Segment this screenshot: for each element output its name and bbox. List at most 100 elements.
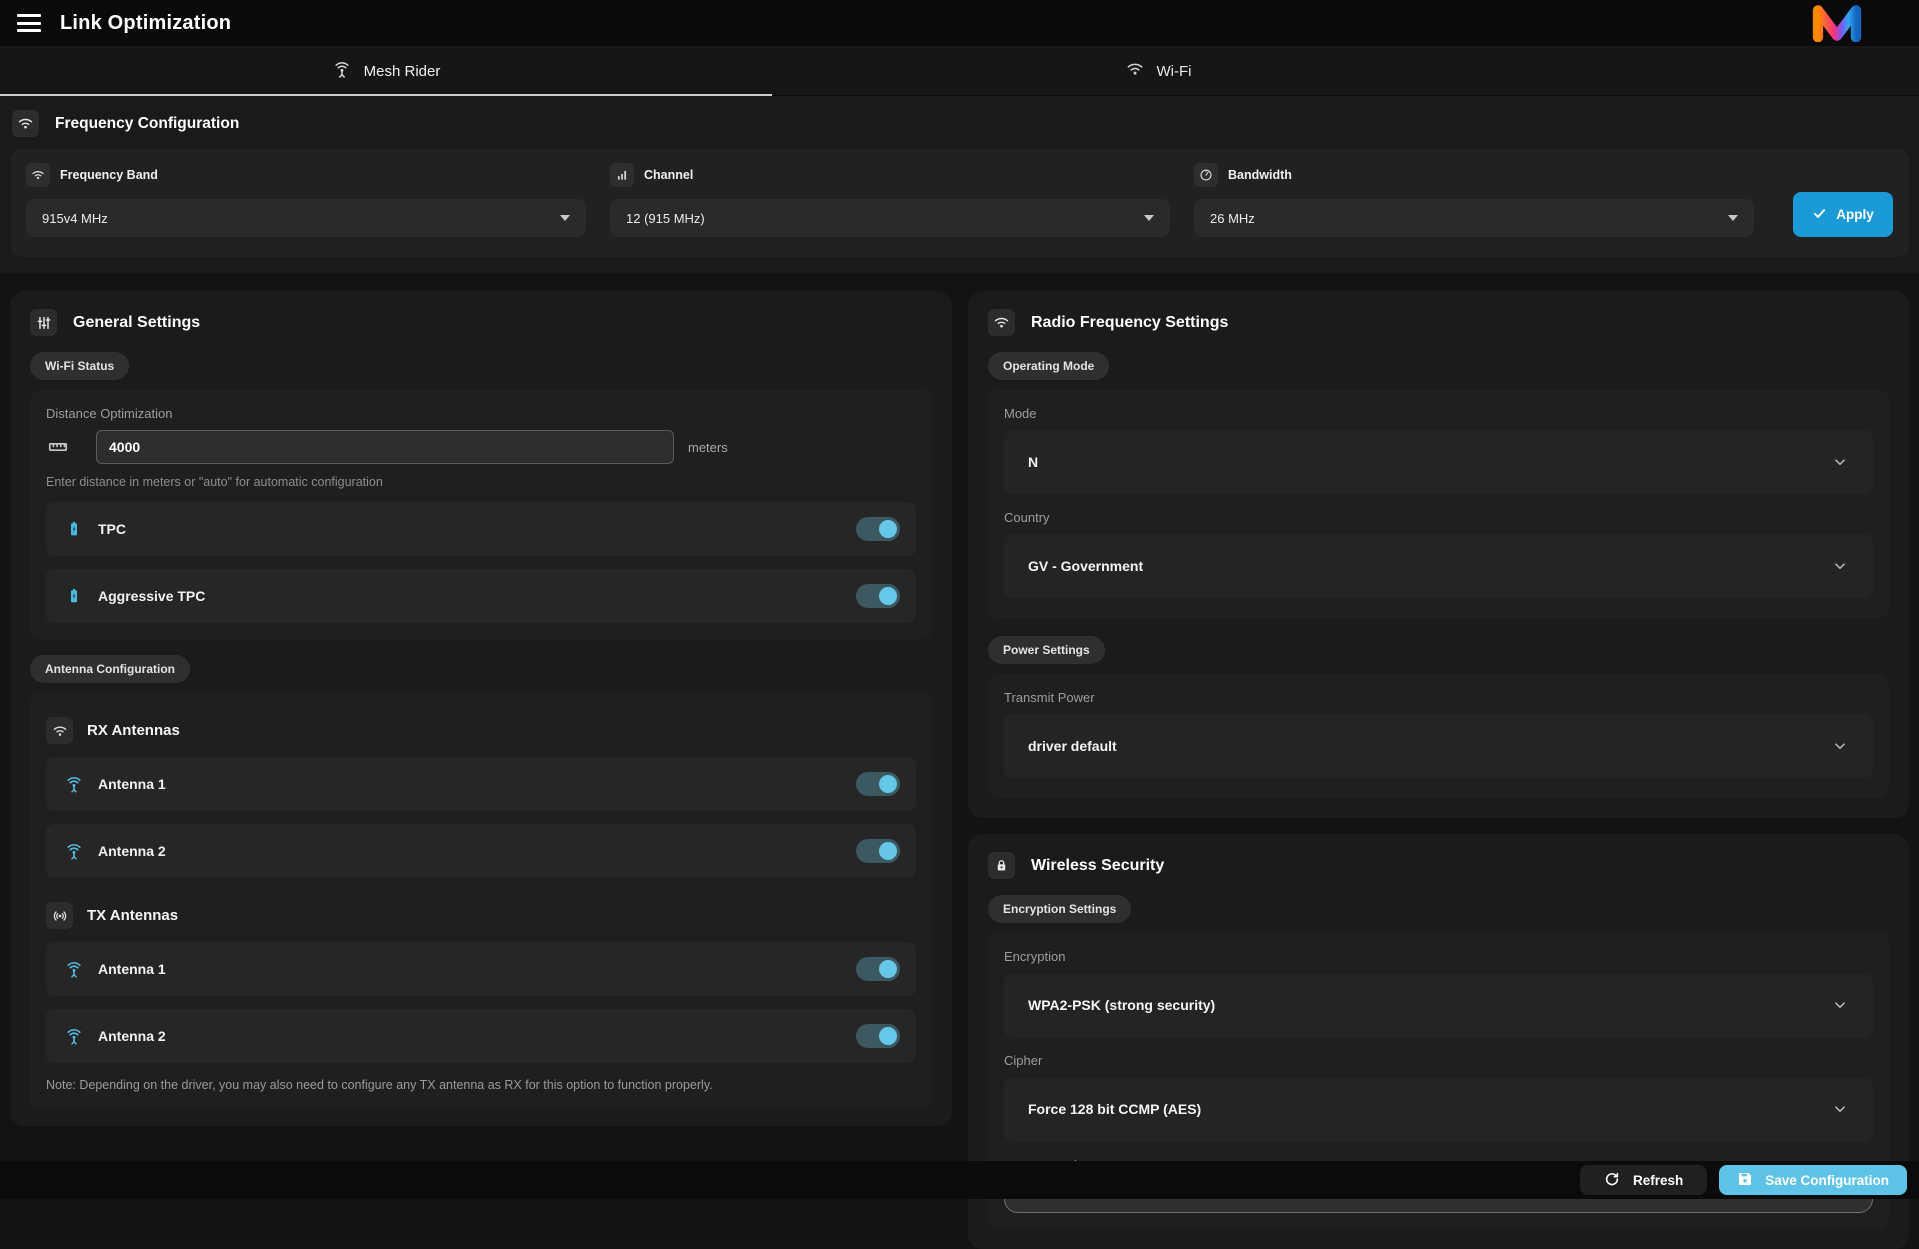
wifi-icon — [26, 163, 50, 187]
distance-helper-text: Enter distance in meters or "auto" for a… — [46, 475, 916, 489]
country-select[interactable]: GV - Government — [1004, 534, 1873, 598]
save-label: Save Configuration — [1765, 1173, 1889, 1188]
lock-icon — [988, 852, 1015, 879]
footer-bar: Refresh Save Configuration — [0, 1161, 1919, 1199]
distance-panel: Distance Optimization meters Enter dista… — [30, 390, 932, 639]
general-settings-card: General Settings Wi-Fi Status Distance O… — [10, 291, 952, 1126]
mode-label: Mode — [1004, 406, 1873, 421]
tx-rx-note: Note: Depending on the driver, you may a… — [46, 1078, 916, 1092]
wifi-icon — [12, 110, 39, 137]
bandwidth-group: Bandwidth 26 MHz — [1194, 163, 1754, 237]
tab-label: Mesh Rider — [364, 63, 441, 80]
rx-antennas-title: RX Antennas — [87, 722, 180, 739]
selected-value: 26 MHz — [1210, 211, 1255, 226]
transmit-power-label: Transmit Power — [1004, 690, 1873, 705]
antenna-label: Antenna 2 — [98, 1028, 166, 1044]
distance-unit: meters — [688, 440, 728, 455]
tx-antenna-1-row: Antenna 1 — [46, 942, 916, 996]
dropdown-caret-icon — [1728, 215, 1738, 221]
cipher-label: Cipher — [1004, 1053, 1873, 1068]
rx-antenna-2-toggle[interactable] — [856, 839, 900, 863]
antenna-icon — [62, 959, 86, 979]
gauge-icon — [1194, 163, 1218, 187]
tx-antenna-2-toggle[interactable] — [856, 1024, 900, 1048]
operating-mode-panel: Mode N Country GV - Government — [988, 390, 1889, 618]
antenna-configuration-chip: Antenna Configuration — [30, 655, 190, 683]
selected-value: Force 128 bit CCMP (AES) — [1028, 1101, 1201, 1117]
tab-label: Wi-Fi — [1157, 63, 1192, 80]
tpc-row: TPC — [46, 502, 916, 556]
tab-wifi[interactable]: Wi-Fi — [772, 46, 1544, 96]
antenna-icon — [62, 1026, 86, 1046]
distance-label: Distance Optimization — [46, 406, 916, 421]
antenna-label: Antenna 2 — [98, 843, 166, 859]
save-icon — [1737, 1171, 1753, 1190]
rx-antenna-1-toggle[interactable] — [856, 772, 900, 796]
wifi-icon — [988, 309, 1015, 336]
tpc-toggle[interactable] — [856, 517, 900, 541]
card-title: Radio Frequency Settings — [1031, 314, 1228, 332]
refresh-icon — [1604, 1171, 1620, 1190]
selected-value: GV - Government — [1028, 558, 1143, 574]
wifi-status-chip: Wi-Fi Status — [30, 352, 129, 380]
dropdown-caret-icon — [560, 215, 570, 221]
encryption-select[interactable]: WPA2-PSK (strong security) — [1004, 973, 1873, 1037]
dropdown-caret-icon — [1144, 215, 1154, 221]
save-configuration-button[interactable]: Save Configuration — [1719, 1165, 1907, 1195]
transmit-power-select[interactable]: driver default — [1004, 714, 1873, 778]
channel-group: Channel 12 (915 MHz) — [610, 163, 1170, 237]
battery-charging-icon — [62, 587, 86, 605]
distance-input[interactable] — [96, 430, 674, 464]
apply-button[interactable]: Apply — [1793, 192, 1893, 237]
antenna-label: Antenna 1 — [98, 776, 166, 792]
field-label: Channel — [644, 168, 693, 182]
selected-value: N — [1028, 454, 1038, 470]
section-title: Frequency Configuration — [55, 115, 239, 133]
check-icon — [1812, 206, 1827, 224]
antenna-panel: RX Antennas Antenna 1 — [30, 693, 932, 1108]
tx-antenna-2-row: Antenna 2 — [46, 1009, 916, 1063]
refresh-button[interactable]: Refresh — [1580, 1165, 1707, 1195]
aggressive-tpc-row: Aggressive TPC — [46, 569, 916, 623]
aggressive-tpc-toggle[interactable] — [856, 584, 900, 608]
selected-value: WPA2-PSK (strong security) — [1028, 997, 1215, 1013]
tx-antenna-1-toggle[interactable] — [856, 957, 900, 981]
antenna-icon — [332, 59, 352, 83]
frequency-configuration-section: Frequency Configuration Frequency Band 9… — [0, 96, 1919, 273]
menu-icon[interactable] — [16, 12, 42, 34]
frequency-band-select[interactable]: 915v4 MHz — [26, 199, 586, 237]
tab-mesh-rider[interactable]: Mesh Rider — [0, 46, 772, 96]
antenna-label: Antenna 1 — [98, 961, 166, 977]
channel-select[interactable]: 12 (915 MHz) — [610, 199, 1170, 237]
ruler-icon — [46, 436, 70, 458]
refresh-label: Refresh — [1633, 1173, 1683, 1188]
signal-bars-icon — [610, 163, 634, 187]
radio-frequency-settings-card: Radio Frequency Settings Operating Mode … — [968, 291, 1909, 818]
toggle-label: TPC — [98, 521, 126, 537]
cipher-select[interactable]: Force 128 bit CCMP (AES) — [1004, 1077, 1873, 1141]
field-label: Bandwidth — [1228, 168, 1292, 182]
encryption-settings-chip: Encryption Settings — [988, 895, 1131, 923]
chevron-down-icon — [1831, 996, 1849, 1014]
page-title: Link Optimization — [60, 12, 231, 35]
brand-logo-m-icon — [1809, 4, 1865, 42]
rx-antenna-1-row: Antenna 1 — [46, 757, 916, 811]
power-settings-chip: Power Settings — [988, 636, 1105, 664]
power-settings-panel: Transmit Power driver default — [988, 674, 1889, 798]
wifi-icon — [46, 717, 73, 744]
chevron-down-icon — [1831, 453, 1849, 471]
frequency-band-group: Frequency Band 915v4 MHz — [26, 163, 586, 237]
card-title: Wireless Security — [1031, 857, 1164, 875]
frequency-config-card: Frequency Band 915v4 MHz Channel 12 (915… — [10, 149, 1909, 257]
encryption-label: Encryption — [1004, 949, 1873, 964]
app-bar: Link Optimization — [0, 0, 1919, 46]
bandwidth-select[interactable]: 26 MHz — [1194, 199, 1754, 237]
chevron-down-icon — [1831, 737, 1849, 755]
field-label: Frequency Band — [60, 168, 158, 182]
mode-select[interactable]: N — [1004, 430, 1873, 494]
rx-antenna-2-row: Antenna 2 — [46, 824, 916, 878]
tab-bar: Mesh Rider Wi-Fi — [0, 46, 1919, 96]
selected-value: driver default — [1028, 738, 1117, 754]
tx-antennas-title: TX Antennas — [87, 907, 178, 924]
chevron-down-icon — [1831, 1100, 1849, 1118]
